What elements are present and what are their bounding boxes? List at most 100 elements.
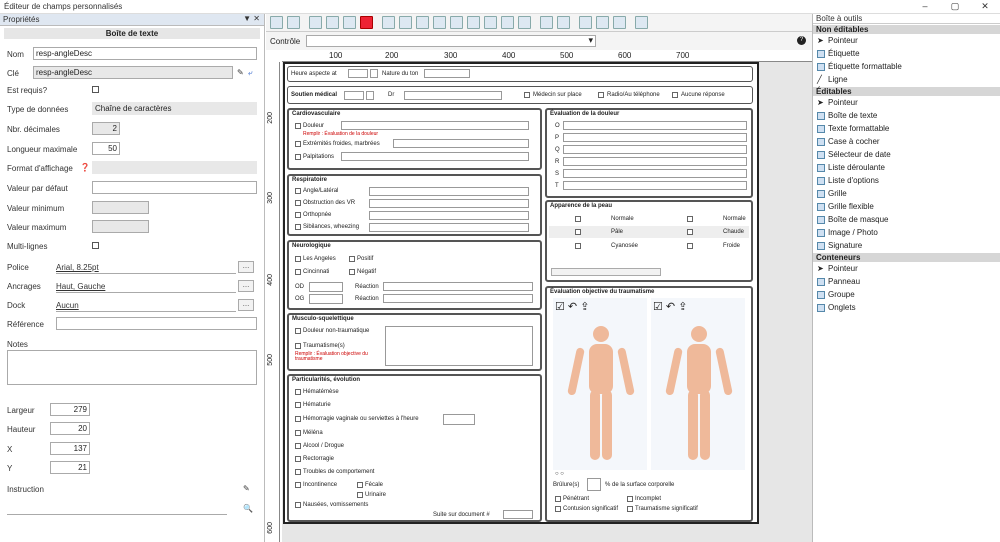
- maximize-button[interactable]: ▢: [940, 0, 970, 14]
- mask-icon: [817, 215, 825, 224]
- form-document[interactable]: Heure aspecte at Nature du ton Soutien m…: [283, 62, 759, 524]
- x-label: X: [7, 445, 13, 454]
- same-size-icon[interactable]: [518, 16, 531, 29]
- section-respiratoire[interactable]: Respiratoire Angle/Latéral Obstruction d…: [287, 174, 542, 236]
- bring-front-icon[interactable]: [540, 16, 553, 29]
- control-select[interactable]: [306, 35, 596, 47]
- tool-tabs[interactable]: Onglets: [813, 301, 1000, 314]
- tool-line[interactable]: ╱ Ligne: [813, 73, 1000, 86]
- tool-mask-box[interactable]: Boîte de masque: [813, 213, 1000, 226]
- section-particularites[interactable]: Particularités, évolution Hématémèse Hém…: [287, 374, 542, 522]
- tool-option-list[interactable]: Liste d'options: [813, 174, 1000, 187]
- grid-icon[interactable]: [579, 16, 592, 29]
- min-input[interactable]: [92, 201, 149, 214]
- search-icon[interactable]: 🔍: [243, 504, 253, 513]
- tool-label[interactable]: Étiquette: [813, 47, 1000, 60]
- notes-input[interactable]: [7, 350, 257, 385]
- y-input[interactable]: 21: [50, 461, 90, 474]
- close-button[interactable]: ✕: [970, 0, 1000, 14]
- dock-browse-button[interactable]: …: [238, 299, 254, 311]
- same-height-icon[interactable]: [501, 16, 514, 29]
- align-top-icon[interactable]: [433, 16, 446, 29]
- panel-controls[interactable]: ▼ ✕: [243, 14, 260, 23]
- section-neuro[interactable]: Neurologique Les Angeles Positif Cincinn…: [287, 240, 542, 310]
- dock-value[interactable]: Aucun: [56, 301, 79, 310]
- nom-input[interactable]: resp-angleDesc: [33, 47, 257, 60]
- haut-input[interactable]: 20: [50, 422, 90, 435]
- delete-icon[interactable]: [360, 16, 373, 29]
- copy-icon[interactable]: [326, 16, 339, 29]
- design-canvas[interactable]: Heure aspecte at Nature du ton Soutien m…: [282, 62, 812, 542]
- police-browse-button[interactable]: …: [238, 261, 254, 273]
- tool-pointer[interactable]: ➤ Pointeur: [813, 34, 1000, 47]
- send-back-icon[interactable]: [557, 16, 570, 29]
- section-trauma[interactable]: Évaluation objective du traumatisme ☑ ↶ …: [545, 286, 753, 522]
- zoom-icon[interactable]: [613, 16, 626, 29]
- scrollbar[interactable]: [551, 268, 661, 276]
- align-bottom-icon[interactable]: [467, 16, 480, 29]
- tool-image[interactable]: Image / Photo: [813, 226, 1000, 239]
- tool-formattable-label[interactable]: Étiquette formattable: [813, 60, 1000, 73]
- section-soutien[interactable]: Soutien médical Dr Médecin sur place Rad…: [287, 86, 753, 104]
- anc-browse-button[interactable]: …: [238, 280, 254, 292]
- cat-containers[interactable]: Conteneurs: [813, 253, 1000, 262]
- tool-flex-grid[interactable]: Grille flexible: [813, 200, 1000, 213]
- pointer-icon: ➤: [817, 35, 824, 45]
- requis-checkbox[interactable]: [92, 86, 99, 93]
- tool-dropdown[interactable]: Liste déroulante: [813, 161, 1000, 174]
- tool-textbox[interactable]: Boîte de texte: [813, 109, 1000, 122]
- tool-pointer-2[interactable]: ➤ Pointeur: [813, 96, 1000, 109]
- align-center-icon[interactable]: [399, 16, 412, 29]
- help-icon[interactable]: ❓: [80, 163, 90, 172]
- body-front-icon[interactable]: [565, 324, 637, 464]
- fmt-label: Format d'affichage: [7, 164, 73, 173]
- tool-panel[interactable]: Panneau: [813, 275, 1000, 288]
- same-width-icon[interactable]: [484, 16, 497, 29]
- new-icon[interactable]: [287, 16, 300, 29]
- ref-input[interactable]: [56, 317, 257, 330]
- tool-checkbox[interactable]: Case à cocher: [813, 135, 1000, 148]
- body-back-view-icon[interactable]: ☑ ↶ ⇪: [653, 300, 687, 313]
- larg-input[interactable]: 279: [50, 403, 90, 416]
- section-cardio[interactable]: Cardiovasculaire Douleur Remplir : Évalu…: [287, 108, 542, 170]
- section-header[interactable]: Heure aspecte at Nature du ton: [287, 66, 753, 82]
- tool-signature[interactable]: Signature: [813, 239, 1000, 252]
- dec-input[interactable]: 2: [92, 122, 120, 135]
- align-right-icon[interactable]: [416, 16, 429, 29]
- tool-date-picker[interactable]: Sélecteur de date: [813, 148, 1000, 161]
- x-input[interactable]: 137: [50, 442, 90, 455]
- section-peau[interactable]: Apparence de la peau Normale Normale Pâl…: [545, 200, 753, 282]
- section-douleur[interactable]: Évaluation de la douleur O P Q R S T: [545, 108, 753, 198]
- cat-editable[interactable]: Éditables: [813, 87, 1000, 96]
- multi-checkbox[interactable]: [92, 242, 99, 249]
- body-back-icon[interactable]: [663, 324, 735, 464]
- section-musculo[interactable]: Musculo-squelettique Douleur non-traumat…: [287, 313, 542, 371]
- tool-group[interactable]: Groupe: [813, 288, 1000, 301]
- properties-header: Propriétés ▼ ✕: [0, 14, 264, 26]
- def-input[interactable]: [92, 181, 257, 194]
- max-input[interactable]: [92, 220, 149, 233]
- tool-formattable-text[interactable]: Texte formattable: [813, 122, 1000, 135]
- link-icon[interactable]: ⤶: [248, 68, 252, 78]
- len-input[interactable]: 50: [92, 142, 120, 155]
- anc-value[interactable]: Haut, Gauche: [56, 282, 105, 291]
- tool-grid[interactable]: Grille: [813, 187, 1000, 200]
- instr-edit-icon[interactable]: ✎: [243, 484, 250, 493]
- haut-label: Hauteur: [7, 425, 36, 434]
- minimize-button[interactable]: –: [910, 0, 940, 14]
- paste-icon[interactable]: [343, 16, 356, 29]
- cat-non-editable[interactable]: Non éditables: [813, 25, 1000, 34]
- save-icon[interactable]: [270, 16, 283, 29]
- edit-icon[interactable]: ✎: [237, 68, 244, 77]
- help-icon[interactable]: ?: [797, 36, 806, 45]
- tool-pointer-3[interactable]: ➤ Pointeur: [813, 262, 1000, 275]
- body-view-icon[interactable]: ☑ ↶ ⇪: [555, 300, 589, 313]
- align-left-icon[interactable]: [382, 16, 395, 29]
- preview-icon[interactable]: [635, 16, 648, 29]
- align-middle-icon[interactable]: [450, 16, 463, 29]
- police-value[interactable]: Arial, 8.25pt: [56, 263, 99, 272]
- cut-icon[interactable]: [309, 16, 322, 29]
- tab-order-icon[interactable]: [596, 16, 609, 29]
- cle-input[interactable]: resp-angleDesc: [33, 66, 233, 79]
- fmt-input[interactable]: [92, 161, 257, 174]
